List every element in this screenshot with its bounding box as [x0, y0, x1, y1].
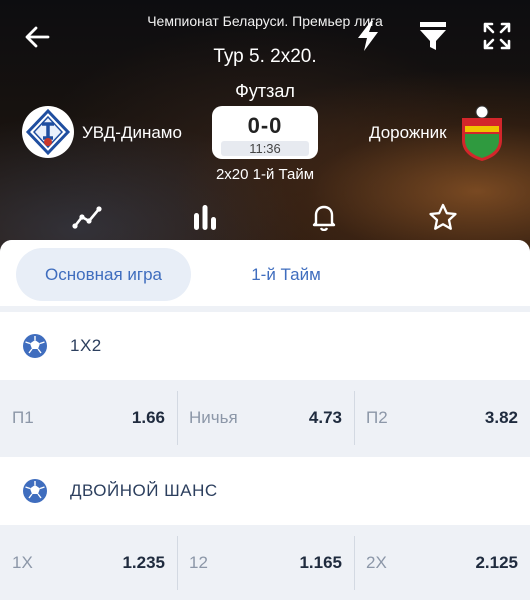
fullscreen-button[interactable]: [479, 18, 515, 54]
odds-row-double-chance: 1X 1.235 12 1.165 2X 2.125: [0, 526, 530, 600]
odd-1x[interactable]: 1X 1.235: [0, 526, 177, 600]
odd-value: 2.125: [475, 553, 518, 572]
odd-p2[interactable]: П2 3.82: [354, 381, 530, 455]
fullscreen-icon: [483, 22, 511, 50]
odd-label: 12: [189, 553, 208, 572]
lightning-button[interactable]: [352, 18, 384, 54]
notifications-button[interactable]: [307, 200, 341, 234]
match-header: Чемпионат Беларуси. Премьер лига Тур 5. …: [0, 0, 530, 255]
odd-label: Ничья: [189, 408, 238, 427]
odd-value: 1.235: [122, 553, 165, 572]
odd-value: 3.82: [484, 408, 518, 427]
lightning-icon: [358, 21, 378, 51]
betting-content: Основная игра 1-й Тайм 1X2 П1 1.66 Ничья…: [0, 240, 530, 600]
match-time: 11:36: [221, 141, 309, 156]
market-title: 1X2: [70, 336, 102, 355]
dinamo-logo-icon: [25, 108, 71, 156]
tab-first-half[interactable]: 1-й Тайм: [212, 248, 360, 301]
statistics-button[interactable]: [70, 200, 104, 234]
odd-label: 1X: [12, 553, 33, 572]
odds-row-1x2: П1 1.66 Ничья 4.73 П2 3.82: [0, 381, 530, 455]
odd-label: П2: [366, 408, 388, 427]
odd-value: 1.165: [299, 553, 342, 572]
home-team-name: УВД-Динамо: [82, 123, 182, 142]
bars-icon: [194, 205, 216, 230]
period-label: 2x20 1-й Тайм: [215, 166, 315, 183]
market-header-double-chance[interactable]: ДВОЙНОЙ ШАНС: [0, 457, 530, 525]
score-box: 0-0 11:36: [212, 106, 318, 159]
odd-2x[interactable]: 2X 2.125: [354, 526, 530, 600]
filter-button[interactable]: [415, 18, 451, 54]
odd-value: 1.66: [131, 408, 165, 427]
odd-value: 4.73: [308, 408, 342, 427]
tab-main-game[interactable]: Основная игра: [16, 248, 191, 301]
futsal-ball-icon: [23, 479, 47, 503]
sport-label: Футзал: [235, 81, 295, 101]
dorozhnik-logo-icon: [462, 105, 502, 161]
odd-draw[interactable]: Ничья 4.73: [177, 381, 354, 455]
tab-bar: Основная игра 1-й Тайм: [0, 240, 530, 306]
odd-label: 2X: [366, 553, 387, 572]
odd-12[interactable]: 12 1.165: [177, 526, 354, 600]
filter-icon: [420, 22, 446, 50]
star-icon: [429, 203, 457, 230]
home-team-logo: [22, 106, 74, 158]
odd-label: П1: [12, 408, 34, 427]
odd-p1[interactable]: П1 1.66: [0, 381, 177, 455]
bell-icon: [312, 205, 336, 231]
score: 0-0: [247, 113, 283, 138]
market-title: ДВОЙНОЙ ШАНС: [70, 481, 218, 500]
markets-button[interactable]: [188, 200, 222, 234]
away-team-logo: [458, 104, 506, 162]
stats-line-icon: [72, 206, 102, 229]
away-team-name: Дорожник: [369, 123, 447, 142]
futsal-ball-icon: [23, 334, 47, 358]
market-header-1x2[interactable]: 1X2: [0, 312, 530, 380]
favorite-button[interactable]: [426, 200, 460, 234]
